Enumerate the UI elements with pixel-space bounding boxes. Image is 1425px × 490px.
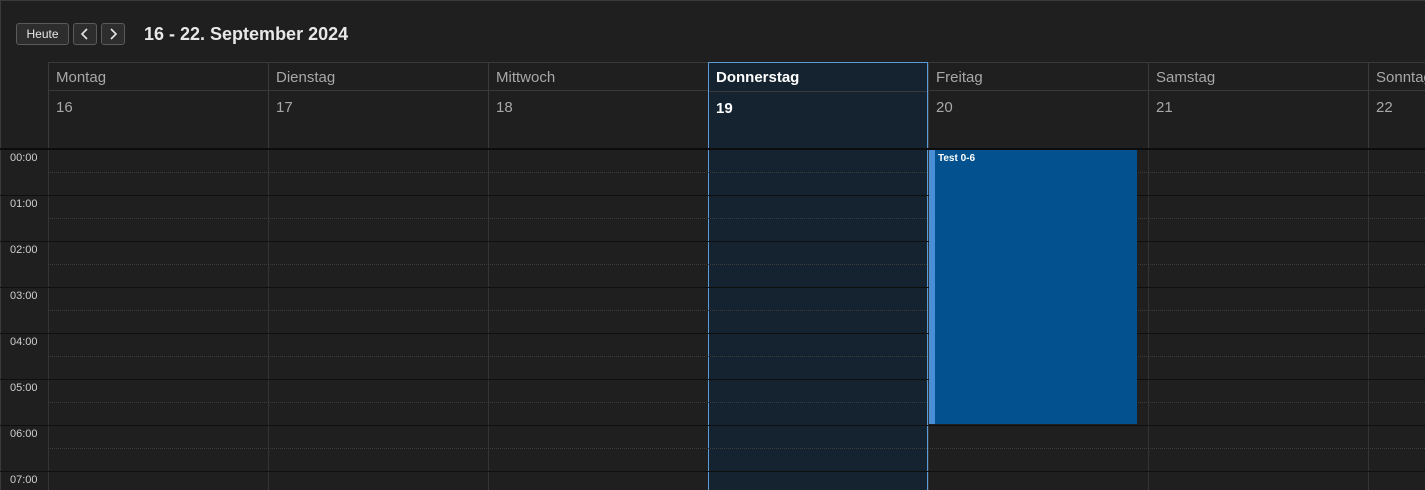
day-name: Donnerstag xyxy=(716,69,800,86)
calendar-event[interactable]: Test 0-6 xyxy=(929,150,1137,424)
hour-line xyxy=(0,333,1425,334)
day-number: 16 xyxy=(56,99,73,116)
day-name: Freitag xyxy=(936,69,983,86)
half-hour-line xyxy=(48,356,1425,357)
day-name: Sonntag xyxy=(1376,69,1425,86)
hour-line xyxy=(0,425,1425,426)
time-label: 01:00 xyxy=(10,198,38,210)
time-label: 00:00 xyxy=(10,152,38,164)
day-header-donnerstag[interactable]: Donnerstag 19 xyxy=(708,62,928,149)
day-name: Mittwoch xyxy=(496,69,556,86)
time-label: 02:00 xyxy=(10,244,38,256)
time-label: 04:00 xyxy=(10,336,38,348)
hour-line xyxy=(0,287,1425,288)
chevron-right-icon xyxy=(110,28,118,40)
hour-line xyxy=(0,379,1425,380)
day-number: 20 xyxy=(936,99,953,116)
hour-line xyxy=(0,471,1425,472)
calendar-toolbar: Heute xyxy=(16,22,125,46)
day-header-sonntag[interactable]: Sonntag 22 xyxy=(1368,62,1425,149)
column-divider xyxy=(48,150,49,490)
column-divider xyxy=(1148,150,1149,490)
day-name: Montag xyxy=(56,69,107,86)
next-week-button[interactable] xyxy=(101,23,125,45)
hour-line xyxy=(0,195,1425,196)
time-grid[interactable] xyxy=(0,150,1425,490)
day-name: Samstag xyxy=(1156,69,1216,86)
calendar-week-view: Heute 16 - 22. September 2024 Montag 16 … xyxy=(0,0,1425,490)
day-header-samstag[interactable]: Samstag 21 xyxy=(1148,62,1368,149)
window-top-border xyxy=(0,0,1425,1)
day-number: 19 xyxy=(716,100,733,117)
day-number: 22 xyxy=(1376,99,1393,116)
event-title: Test 0-6 xyxy=(938,153,976,164)
day-header-freitag[interactable]: Freitag 20 xyxy=(928,62,1148,149)
column-divider xyxy=(1368,150,1369,490)
day-header-montag[interactable]: Montag 16 xyxy=(48,62,268,149)
time-label: 03:00 xyxy=(10,290,38,302)
chevron-left-icon xyxy=(80,28,88,40)
half-hour-line xyxy=(48,448,1425,449)
day-number: 18 xyxy=(496,99,513,116)
column-divider xyxy=(488,150,489,490)
day-header-dienstag[interactable]: Dienstag 17 xyxy=(268,62,488,149)
week-range-title: 16 - 22. September 2024 xyxy=(144,24,349,44)
today-button[interactable]: Heute xyxy=(16,23,69,45)
day-header-mittwoch[interactable]: Mittwoch 18 xyxy=(488,62,708,149)
half-hour-line xyxy=(48,402,1425,403)
previous-week-button[interactable] xyxy=(73,23,97,45)
half-hour-line xyxy=(48,172,1425,173)
window-left-border xyxy=(0,0,1,490)
column-divider xyxy=(268,150,269,490)
half-hour-line xyxy=(48,310,1425,311)
today-column xyxy=(708,150,928,490)
time-label: 05:00 xyxy=(10,382,38,394)
day-number: 17 xyxy=(276,99,293,116)
time-label: 06:00 xyxy=(10,428,38,440)
time-label: 07:00 xyxy=(10,474,38,486)
half-hour-line xyxy=(48,218,1425,219)
day-number: 21 xyxy=(1156,99,1173,116)
hour-line xyxy=(0,241,1425,242)
half-hour-line xyxy=(48,264,1425,265)
day-name: Dienstag xyxy=(276,69,336,86)
